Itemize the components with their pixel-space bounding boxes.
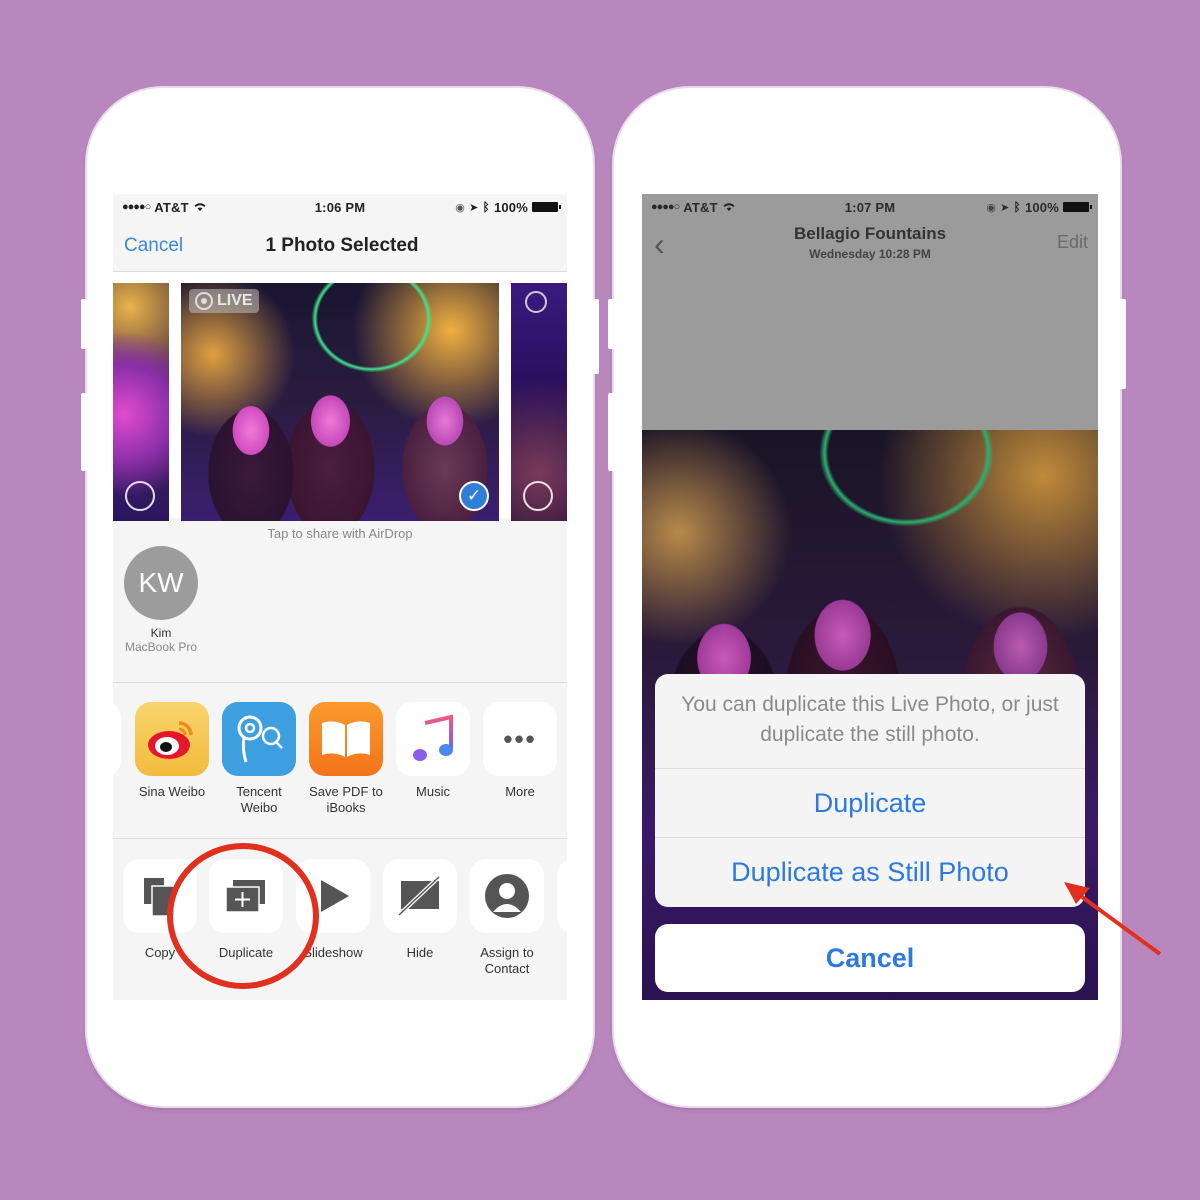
- bluetooth-icon: ᛒ: [482, 200, 490, 214]
- mute-switch: [81, 299, 89, 349]
- sheet-cancel-button[interactable]: Cancel: [655, 924, 1085, 992]
- carrier-label: AT&T: [683, 199, 718, 215]
- photo-thumbnail[interactable]: [113, 283, 169, 521]
- ibooks-icon: [309, 702, 383, 776]
- hide-icon: [383, 859, 457, 933]
- sheet-message: You can duplicate this Live Photo, or ju…: [655, 674, 1085, 769]
- app-label: Sina Weibo: [138, 784, 206, 799]
- sina-weibo-icon: [135, 702, 209, 776]
- annotation-circle: [167, 843, 319, 989]
- live-photo-icon: [195, 292, 213, 310]
- more-dots: •••: [503, 723, 537, 754]
- orientation-lock-icon: ◉: [986, 201, 997, 214]
- photo-carousel[interactable]: LIVE ✓: [113, 272, 567, 521]
- edit-button[interactable]: Edit: [1057, 232, 1088, 253]
- action-label: Hide: [406, 945, 434, 960]
- contact-device: MacBook Pro: [124, 640, 198, 654]
- photo-thumbnail[interactable]: [511, 283, 567, 521]
- airdrop-section: Tap to share with AirDrop KW Kim MacBook…: [113, 518, 567, 683]
- contact-name: Kim: [150, 626, 172, 640]
- album-title: Bellagio Fountains: [793, 224, 947, 243]
- photo-date: Wednesday 10:28 PM: [809, 247, 931, 261]
- battery-icon: [1063, 202, 1092, 212]
- share-sheet-screen: ●●●●○ AT&T 1:06 PM ◉ ➤ ᛒ 100% Cancel 1 P…: [113, 194, 567, 1000]
- wifi-icon: [193, 200, 207, 215]
- duplicate-action-sheet: You can duplicate this Live Photo, or ju…: [655, 674, 1085, 907]
- annotation-arrow-icon: [1064, 882, 1162, 956]
- more-icon: •••: [483, 702, 557, 776]
- photo-thumbnail-selected[interactable]: LIVE ✓: [181, 283, 499, 521]
- action-assign-contact[interactable]: Assign to Contact: [470, 859, 544, 977]
- power-button: [1118, 299, 1126, 389]
- duplicate-button[interactable]: Duplicate: [655, 769, 1085, 838]
- orientation-lock-icon: ◉: [455, 201, 466, 214]
- cancel-button[interactable]: Cancel: [124, 235, 183, 257]
- assign-contact-icon: [470, 859, 544, 933]
- app-tile-tencent-weibo[interactable]: Tencent Weibo: [222, 702, 296, 816]
- share-apps-row: Sina Weibo Tencent Weibo Save PDF to iBo…: [113, 683, 567, 839]
- partial-app-icon: [113, 702, 121, 776]
- app-label: Save PDF to iBooks: [309, 784, 383, 815]
- battery-percent: 100%: [1024, 199, 1059, 215]
- location-icon: ➤: [1000, 201, 1010, 214]
- battery-percent: 100%: [493, 199, 528, 215]
- location-icon: ➤: [469, 201, 479, 214]
- wifi-icon: [722, 200, 736, 215]
- partial-action-icon: [557, 859, 567, 933]
- app-tile-more[interactable]: ••• More: [483, 702, 557, 800]
- signal-icon: ●●●●○: [651, 201, 680, 213]
- actions-row: Copy Duplicate Slideshow Hide Assign to …: [113, 839, 567, 999]
- avatar[interactable]: KW: [124, 546, 198, 620]
- nav-bar: ‹ Bellagio Fountains Wednesday 10:28 PM …: [642, 220, 1098, 276]
- battery-icon: [532, 202, 561, 212]
- app-label: Music: [416, 784, 450, 799]
- selected-checkmark-icon[interactable]: ✓: [459, 481, 489, 511]
- volume-button: [81, 393, 89, 471]
- app-label: Tencent Weibo: [236, 784, 282, 815]
- select-circle[interactable]: [125, 481, 155, 511]
- live-photo-icon: [525, 291, 547, 313]
- app-tile-sina-weibo[interactable]: Sina Weibo: [135, 702, 209, 800]
- action-hide[interactable]: Hide: [383, 859, 457, 961]
- app-tile-music[interactable]: Music: [396, 702, 470, 800]
- tencent-weibo-icon: [222, 702, 296, 776]
- action-label: Assign to Contact: [480, 945, 534, 976]
- airdrop-hint: Tap to share with AirDrop: [267, 526, 413, 541]
- live-label: LIVE: [217, 292, 253, 309]
- volume-button: [608, 393, 616, 471]
- status-bar: ●●●●○ AT&T 1:06 PM ◉ ➤ ᛒ 100%: [113, 194, 567, 220]
- action-partial[interactable]: [557, 859, 567, 933]
- app-label: More: [505, 784, 535, 799]
- select-circle[interactable]: [523, 481, 553, 511]
- photo-detail-screen: ●●●●○ AT&T 1:07 PM ◉ ➤ ᛒ 100% ‹ Bellagio…: [642, 194, 1098, 1000]
- live-photo-badge: LIVE: [189, 289, 259, 313]
- airdrop-contact[interactable]: KW Kim MacBook Pro: [117, 546, 205, 654]
- right-phone-frame: ●●●●○ AT&T 1:07 PM ◉ ➤ ᛒ 100% ‹ Bellagio…: [608, 88, 1126, 1106]
- mute-switch: [608, 299, 616, 349]
- carrier-label: AT&T: [154, 199, 189, 215]
- duplicate-still-photo-button[interactable]: Duplicate as Still Photo: [655, 838, 1085, 907]
- music-icon: [396, 702, 470, 776]
- photo-image: [181, 283, 499, 521]
- app-tile-ibooks[interactable]: Save PDF to iBooks: [309, 702, 383, 816]
- power-button: [591, 299, 599, 374]
- app-tile-partial[interactable]: [113, 702, 121, 776]
- bluetooth-icon: ᛒ: [1013, 200, 1021, 214]
- signal-icon: ●●●●○: [122, 201, 151, 213]
- left-phone-frame: ●●●●○ AT&T 1:06 PM ◉ ➤ ᛒ 100% Cancel 1 P…: [81, 88, 599, 1106]
- status-bar: ●●●●○ AT&T 1:07 PM ◉ ➤ ᛒ 100%: [642, 194, 1098, 220]
- nav-bar: Cancel 1 Photo Selected: [113, 220, 567, 272]
